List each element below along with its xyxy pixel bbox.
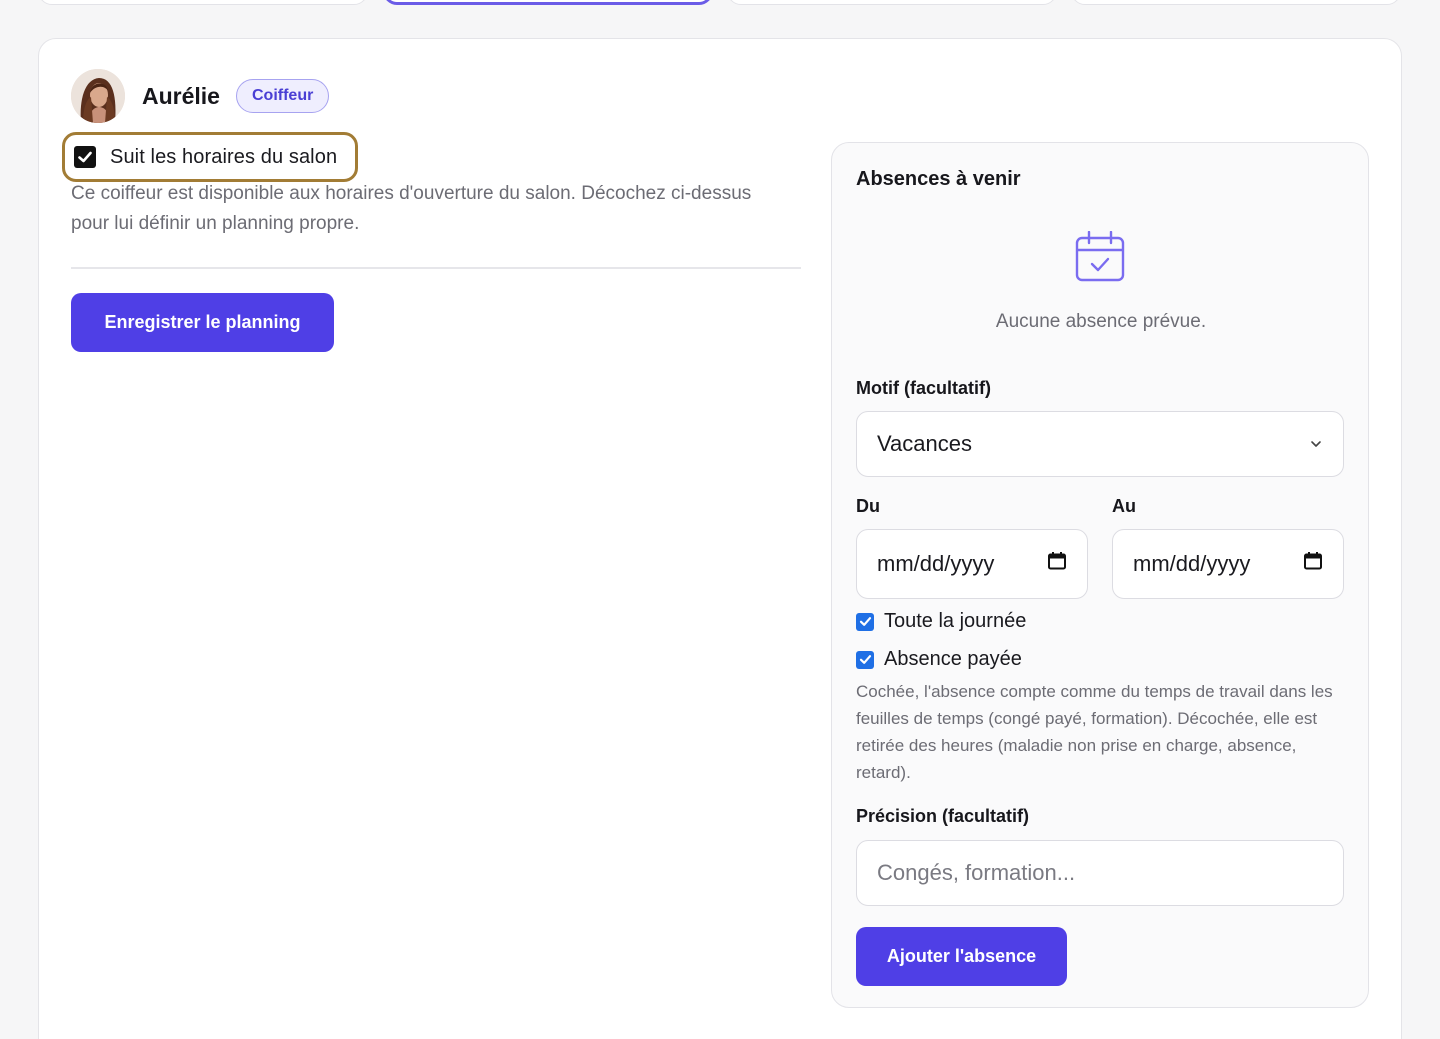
follow-salon-hours-label[interactable]: Suit les horaires du salon	[110, 146, 337, 169]
staff-name: Aurélie	[142, 82, 220, 109]
upcoming-absences-panel: Absences à venir Aucune absence prévue. …	[831, 142, 1369, 1008]
motif-selected-value: Vacances	[877, 431, 972, 456]
from-label: Du	[856, 496, 880, 516]
tab-1[interactable]	[38, 0, 368, 5]
staff-schedule-card: Aurélie Coiffeur Suit les horaires du sa…	[38, 38, 1402, 1039]
avatar	[71, 69, 125, 123]
precision-label: Précision (facultatif)	[856, 806, 1030, 826]
calendar-icon[interactable]	[1303, 551, 1323, 577]
calendar-icon[interactable]	[1047, 551, 1067, 577]
paid-absence-label[interactable]: Absence payée	[884, 648, 1022, 671]
to-date-input[interactable]: mm/dd/yyyy	[1112, 529, 1344, 599]
to-label: Au	[1112, 496, 1136, 516]
absences-title: Absences à venir	[856, 168, 1021, 190]
follow-salon-help-text: Ce coiffeur est disponible aux horaires …	[71, 183, 752, 234]
from-date-placeholder: mm/dd/yyyy	[877, 551, 995, 576]
tab-4[interactable]	[1071, 0, 1401, 5]
from-date-input[interactable]: mm/dd/yyyy	[856, 529, 1088, 599]
divider	[71, 267, 801, 269]
all-day-label[interactable]: Toute la journée	[884, 610, 1026, 633]
chevron-down-icon	[1309, 431, 1323, 457]
checkbox-checked-icon[interactable]	[74, 146, 96, 168]
motif-label: Motif (facultatif)	[856, 378, 991, 398]
follow-salon-hours-checkbox[interactable]: Suit les horaires du salon	[62, 132, 358, 182]
motif-select[interactable]: Vacances	[856, 411, 1344, 477]
precision-placeholder: Congés, formation...	[877, 860, 1076, 885]
staff-profile: Aurélie Coiffeur	[71, 69, 801, 123]
to-date-placeholder: mm/dd/yyyy	[1133, 551, 1251, 576]
role-badge: Coiffeur	[235, 79, 330, 113]
checkbox-checked-icon[interactable]	[856, 612, 874, 631]
no-absence-text: Aucune absence prévue.	[995, 311, 1207, 332]
checkbox-checked-icon[interactable]	[856, 650, 874, 669]
paid-absence-checkbox[interactable]: Absence payée	[856, 648, 1022, 671]
add-absence-button[interactable]: Ajouter l'absence	[856, 927, 1067, 986]
tab-3[interactable]	[727, 0, 1057, 5]
tab-2-active[interactable]	[383, 0, 713, 5]
paid-absence-help-text: Cochée, l'absence compte comme du temps …	[856, 682, 1333, 782]
schedule-section: Aurélie Coiffeur Suit les horaires du sa…	[62, 69, 801, 352]
precision-input[interactable]: Congés, formation...	[856, 840, 1344, 906]
save-schedule-button[interactable]: Enregistrer le planning	[71, 293, 334, 352]
all-day-checkbox[interactable]: Toute la journée	[856, 610, 1026, 633]
calendar-check-icon	[1075, 230, 1125, 283]
